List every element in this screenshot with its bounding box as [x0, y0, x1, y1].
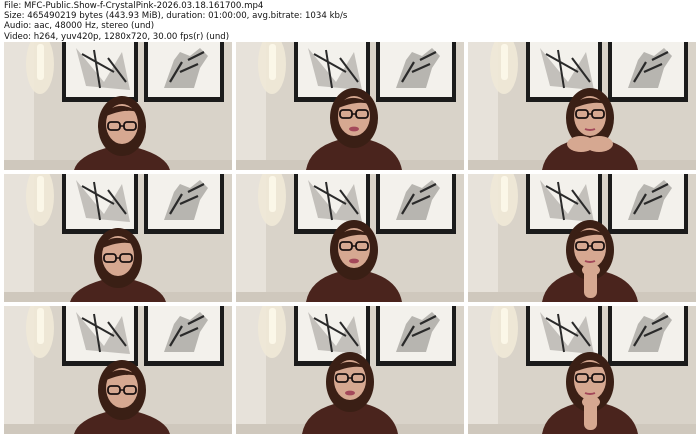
video-thumbnail[interactable] — [236, 42, 464, 170]
size-duration-line: Size: 465490219 bytes (443.93 MiB), dura… — [4, 11, 348, 22]
video-info-header: File: MFC-Public.Show-f-CrystalPink-2026… — [4, 1, 347, 42]
video-info-line: Video: h264, yuv420p, 1280x720, 30.00 fp… — [4, 31, 230, 42]
video-thumbnail[interactable] — [4, 306, 232, 434]
thumbnail-grid — [4, 42, 696, 434]
video-thumbnail[interactable] — [468, 174, 696, 302]
video-thumbnail[interactable] — [236, 174, 464, 302]
video-thumbnail[interactable] — [236, 306, 464, 434]
contact-sheet: File: MFC-Public.Show-f-CrystalPink-2026… — [0, 0, 700, 438]
audio-info-line: Audio: aac, 48000 Hz, stereo (und) — [4, 21, 155, 32]
file-name-line: File: MFC-Public.Show-f-CrystalPink-2026… — [4, 1, 264, 11]
video-thumbnail[interactable] — [4, 174, 232, 302]
video-thumbnail[interactable] — [468, 306, 696, 434]
video-thumbnail[interactable] — [4, 42, 232, 170]
video-thumbnail[interactable] — [468, 42, 696, 170]
